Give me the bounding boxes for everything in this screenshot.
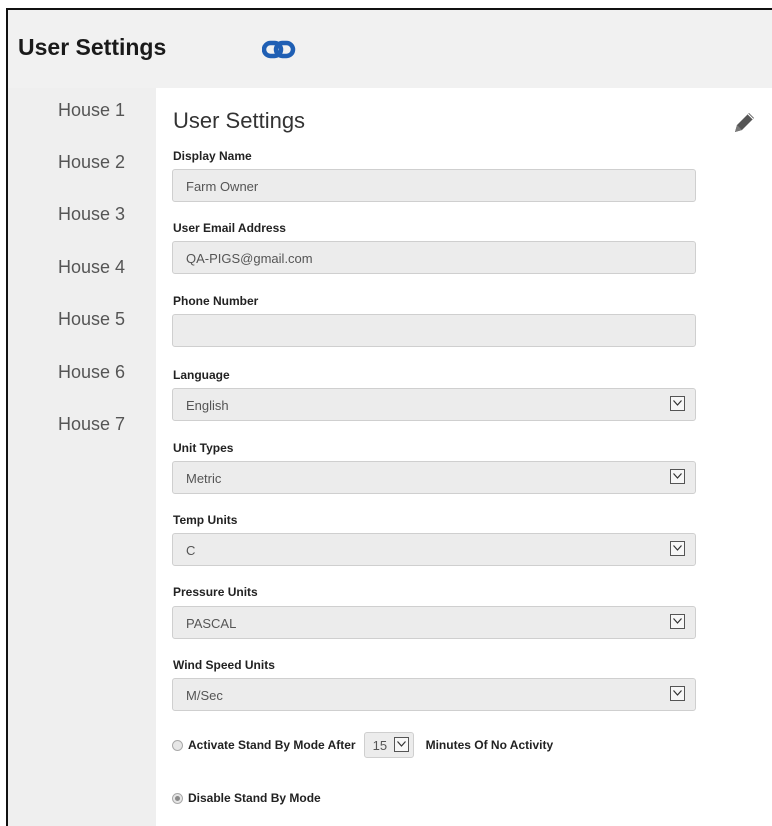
standby-minutes-suffix: Minutes Of No Activity — [425, 738, 554, 752]
language-value: English — [186, 398, 229, 413]
house-sidebar: House 1 House 2 House 3 House 4 House 5 … — [8, 88, 156, 826]
display-name-field[interactable]: Farm Owner — [172, 169, 696, 202]
standby-minutes-value: 15 — [372, 738, 388, 753]
pressure-units-label: Pressure Units — [173, 585, 258, 599]
chevron-down-icon — [393, 737, 409, 752]
sidebar-item-house-2[interactable]: House 2 — [58, 152, 125, 173]
unit-types-value: Metric — [186, 471, 222, 486]
sidebar-item-house-3[interactable]: House 3 — [58, 204, 125, 225]
app-window: User Settings House 1 House 2 House 3 Ho… — [6, 8, 772, 826]
sidebar-item-house-4[interactable]: House 4 — [58, 257, 125, 278]
pressure-units-value: PASCAL — [186, 616, 237, 631]
chevron-down-icon — [670, 614, 685, 629]
settings-title: User Settings — [173, 108, 306, 133]
pencil-icon[interactable] — [731, 110, 757, 136]
temp-units-select[interactable]: C — [172, 533, 696, 566]
settings-panel: User Settings Display Name Farm Owner Us… — [156, 88, 772, 826]
unit-types-label: Unit Types — [173, 441, 234, 455]
activate-standby-row: Activate Stand By Mode After 15 Minutes … — [172, 732, 553, 758]
pressure-units-select[interactable]: PASCAL — [172, 606, 696, 639]
language-select[interactable]: English — [172, 388, 696, 421]
email-label: User Email Address — [173, 221, 286, 235]
language-label: Language — [173, 368, 230, 382]
sidebar-item-house-6[interactable]: House 6 — [58, 362, 125, 383]
chevron-down-icon — [670, 396, 685, 411]
chevron-down-icon — [670, 686, 685, 701]
unit-types-select[interactable]: Metric — [172, 461, 696, 494]
temp-units-label: Temp Units — [173, 513, 238, 527]
phone-field[interactable] — [172, 314, 696, 347]
sidebar-item-house-7[interactable]: House 7 — [58, 414, 125, 435]
email-field[interactable]: QA-PIGS@gmail.com — [172, 241, 696, 274]
chevron-down-icon — [670, 469, 685, 484]
link-icon[interactable] — [262, 38, 296, 62]
wind-speed-units-label: Wind Speed Units — [173, 658, 275, 672]
standby-minutes-select[interactable]: 15 — [363, 732, 414, 758]
sidebar-item-house-5[interactable]: House 5 — [58, 309, 125, 330]
sidebar-item-house-1[interactable]: House 1 — [58, 100, 125, 121]
display-name-label: Display Name — [173, 149, 252, 163]
activate-standby-radio[interactable] — [172, 739, 183, 751]
disable-standby-radio[interactable] — [172, 792, 183, 804]
chevron-down-icon — [670, 541, 685, 556]
page-header: User Settings — [8, 10, 772, 88]
wind-speed-units-select[interactable]: M/Sec — [172, 678, 696, 711]
disable-standby-row: Disable Stand By Mode — [172, 791, 321, 805]
activate-standby-label: Activate Stand By Mode After — [188, 738, 356, 752]
wind-speed-units-value: M/Sec — [186, 688, 223, 703]
phone-label: Phone Number — [173, 294, 259, 308]
disable-standby-label: Disable Stand By Mode — [188, 791, 321, 805]
temp-units-value: C — [186, 543, 196, 558]
page-title: User Settings — [18, 34, 167, 60]
